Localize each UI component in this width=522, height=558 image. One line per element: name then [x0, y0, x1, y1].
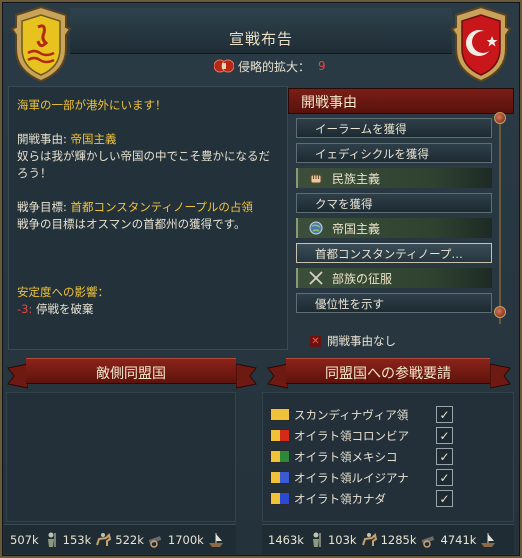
cb-value: 帝国主義 [70, 132, 117, 146]
ally-checkbox[interactable]: ✓ [436, 469, 453, 486]
fist-icon [310, 174, 322, 184]
ally-checkbox[interactable]: ✓ [436, 448, 453, 465]
cb-group-label: 部族の征服 [332, 272, 393, 286]
enemy-allies-title: 敵側同盟国 [26, 358, 236, 384]
aggressive-expansion-value: 9 [318, 59, 326, 73]
banner-flag-icon [267, 363, 288, 389]
enemy-allies-panel [6, 392, 236, 522]
ships-value: 4741k [440, 532, 477, 547]
ally-row[interactable]: スカンディナヴィア領 ✓ [270, 404, 460, 425]
aggressive-expansion-label: 侵略的拡大： [238, 59, 311, 74]
ally-row[interactable]: オイラト領カナダ ✓ [270, 488, 460, 509]
wargoal-value: 首都コンスタンティノープルの占領 [70, 200, 253, 214]
cb-item-button-selected[interactable]: 首都コンスタンティノープ… [296, 243, 492, 263]
cb-scrollbar[interactable] [492, 100, 508, 350]
ally-flag [270, 408, 290, 421]
ally-checkbox[interactable]: ✓ [436, 490, 453, 507]
cb-item-button[interactable]: イーラームを獲得 [296, 118, 492, 138]
wargoal-line: 戦争目標: 首都コンスタンティノープルの占領 [17, 199, 279, 216]
ally-name: オイラト領コロンビア [294, 428, 409, 443]
ally-row[interactable]: オイラト領メキシコ ✓ [270, 446, 460, 467]
artillery-icon [421, 535, 434, 548]
cb-label: 開戦事由: [17, 132, 67, 146]
ally-name: オイラト領カナダ [294, 491, 386, 506]
ships-icon [481, 532, 496, 547]
ally-flag [270, 492, 290, 505]
infantry-value: 507k [10, 532, 39, 547]
scroll-up-knob[interactable] [494, 112, 506, 124]
scroll-down-knob[interactable] [494, 306, 506, 318]
infantry-icon [47, 532, 56, 547]
wargoal-label: 戦争目標: [17, 200, 67, 214]
ally-flag [270, 450, 290, 463]
cb-group-nationalism[interactable]: 民族主義 [296, 168, 492, 188]
artillery-value: 1285k [380, 532, 417, 547]
no-casus-belli-option[interactable]: ✕ 開戦事由なし [310, 332, 490, 350]
banner-flag-icon [236, 363, 257, 389]
attacker-coat-of-arms-icon[interactable] [8, 5, 74, 83]
ally-flag [270, 429, 290, 442]
window-header: 宣戦布告 [70, 8, 452, 54]
cavalry-value: 153k [62, 532, 92, 547]
description-panel: 海軍の一部が港外にいます！ 開戦事由: 帝国主義 奴らは我が輝かしい帝国の中でこ… [8, 86, 288, 350]
aggressive-expansion: 侵略的拡大： 9 [214, 56, 326, 76]
ally-row[interactable]: オイラト領ルイジアナ ✓ [270, 467, 460, 488]
cb-item-button[interactable]: 優位性を示す [296, 293, 492, 313]
crossed-swords-icon [309, 271, 323, 285]
cb-flavor-text: 奴らは我が輝かしい帝国の中でこそ豊かになるだろう！ [17, 149, 270, 180]
cavalry-icon [361, 532, 377, 546]
stability-impact-label: 安定度への影響： [17, 285, 109, 299]
globe-icon [309, 221, 323, 235]
wargoal-description: 戦争の目標はオスマンの首都州の獲得です。 [17, 217, 246, 231]
cb-group-label: 帝国主義 [332, 222, 381, 236]
infantry-value: 1463k [268, 532, 304, 547]
banner-flag-icon [490, 363, 511, 389]
aggressive-expansion-icon [214, 59, 234, 73]
defender-coat-of-arms-icon[interactable] [448, 5, 514, 83]
ally-strength-bar: 1463k 103k 1285k 4741k [262, 524, 514, 554]
x-icon: ✕ [310, 335, 321, 347]
stability-line: -3: 停戦を破棄 [17, 301, 279, 318]
cb-group-imperialism[interactable]: 帝国主義 [296, 218, 492, 238]
ally-checkbox[interactable]: ✓ [436, 406, 453, 423]
ally-flag [270, 471, 290, 484]
ally-list: スカンディナヴィア領 ✓ オイラト領コロンビア ✓ オイラト領メキシコ ✓ オイ… [270, 404, 460, 509]
stability-description: 停戦を破棄 [36, 302, 94, 316]
ally-checkbox[interactable]: ✓ [436, 427, 453, 444]
casus-belli-list: イーラームを獲得 イェディシクルを獲得 民族主義 クマを獲得 帝国主義 首都コン… [296, 118, 492, 350]
ally-name: オイラト領ルイジアナ [294, 470, 409, 485]
infantry-icon [312, 532, 321, 547]
cavalry-icon [96, 532, 112, 546]
navy-alert-text: 海軍の一部が港外にいます！ [17, 98, 167, 112]
cb-line: 開戦事由: 帝国主義 [17, 131, 279, 148]
ally-name: オイラト領メキシコ [294, 449, 398, 464]
call-allies-title: 同盟国への参戦要請 [286, 358, 490, 384]
cb-item-button[interactable]: イェディシクルを獲得 [296, 143, 492, 163]
ally-row[interactable]: オイラト領コロンビア ✓ [270, 425, 460, 446]
no-casus-belli-label: 開戦事由なし [327, 334, 396, 348]
cb-group-label: 民族主義 [332, 172, 381, 186]
ally-name: スカンディナヴィア領 [294, 407, 409, 422]
banner-flag-icon [7, 363, 28, 389]
casus-belli-header: 開戦事由 [288, 88, 514, 114]
stability-value: -3: [17, 302, 33, 316]
cb-group-tribal-conquest[interactable]: 部族の征服 [296, 268, 492, 288]
ships-value: 1700k [167, 532, 204, 547]
artillery-value: 522k [115, 532, 144, 547]
scrollbar-track [499, 114, 501, 324]
ships-icon [208, 532, 223, 547]
cavalry-value: 103k [327, 532, 357, 547]
enemy-strength-bar: 507k 153k 522k 1700k [4, 524, 236, 554]
window-title: 宣戦布告 [228, 30, 293, 48]
cb-item-button[interactable]: クマを獲得 [296, 193, 492, 213]
artillery-icon [148, 535, 162, 548]
